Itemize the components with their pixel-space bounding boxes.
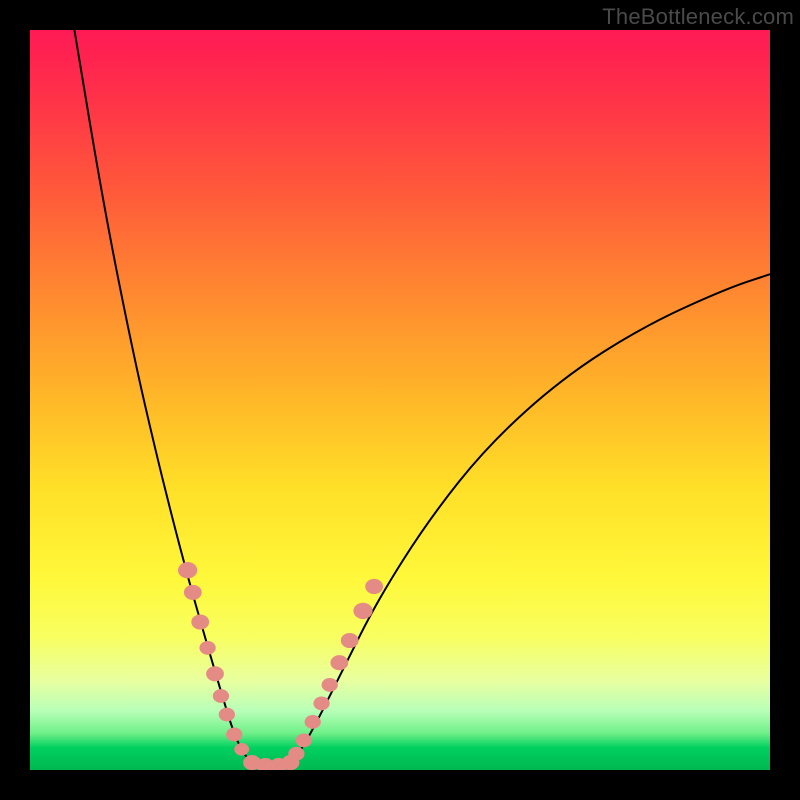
data-marker xyxy=(330,655,348,670)
data-marker xyxy=(365,579,383,594)
data-marker xyxy=(213,689,229,703)
data-marker xyxy=(234,743,249,756)
chart-frame xyxy=(30,30,770,770)
watermark-text: TheBottleneck.com xyxy=(602,4,794,30)
data-marker xyxy=(199,641,215,655)
data-marker xyxy=(191,614,209,629)
data-marker xyxy=(296,733,312,747)
data-marker xyxy=(178,562,197,578)
data-marker xyxy=(219,708,235,722)
data-marker xyxy=(206,666,224,681)
bottleneck-curve xyxy=(74,30,770,768)
data-marker xyxy=(184,585,202,600)
curve-layer xyxy=(74,30,770,768)
data-marker xyxy=(313,696,329,710)
data-marker xyxy=(341,633,359,648)
data-marker xyxy=(226,728,242,742)
data-marker xyxy=(353,603,372,619)
data-marker xyxy=(305,715,321,729)
data-marker xyxy=(322,678,338,692)
data-marker xyxy=(288,747,304,761)
marker-layer xyxy=(178,562,383,770)
chart-svg xyxy=(30,30,770,770)
